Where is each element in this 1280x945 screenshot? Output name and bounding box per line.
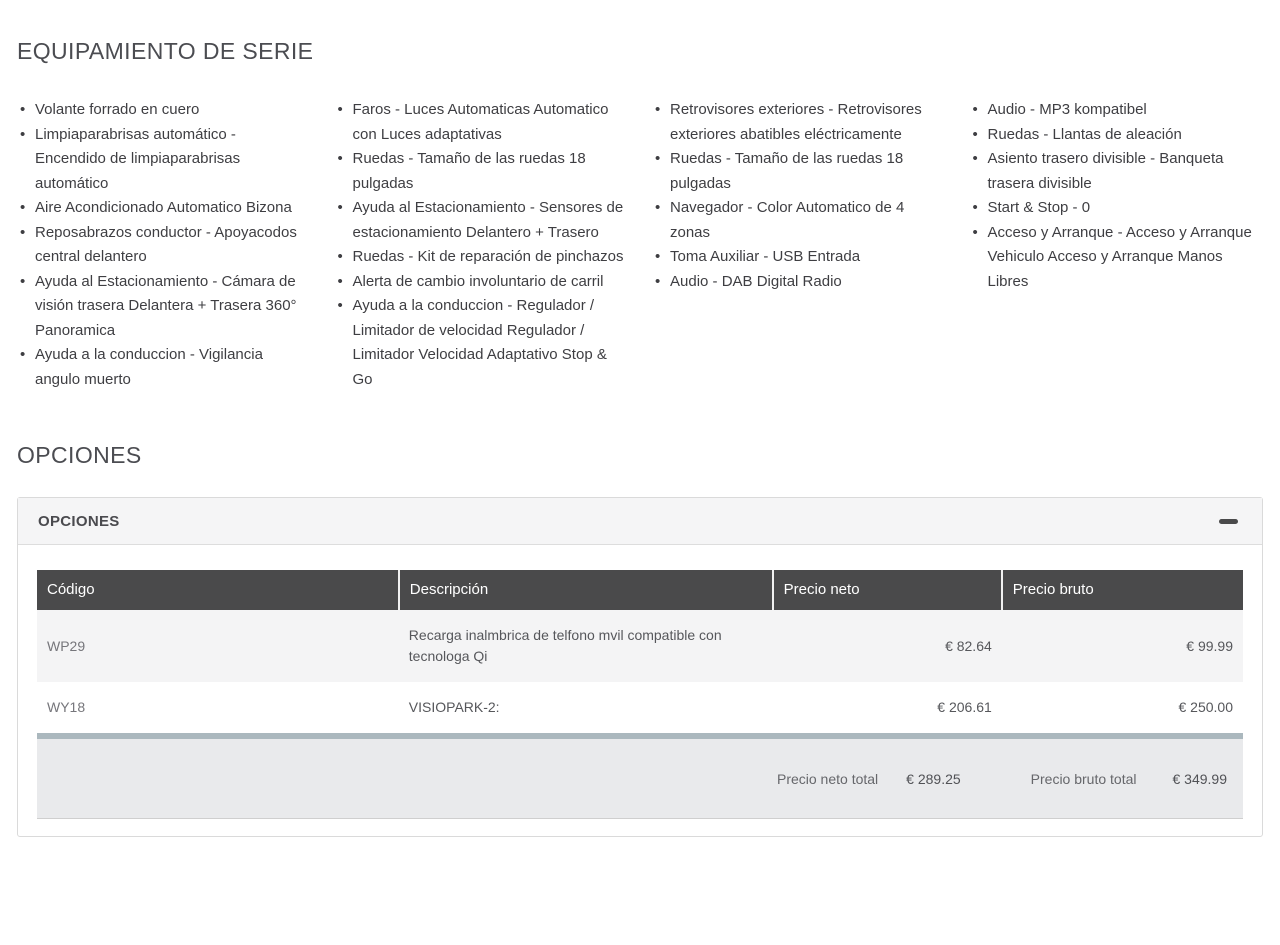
equipment-item: Retrovisores exteriores - Retrovisores e… bbox=[652, 98, 945, 147]
equipment-list: Retrovisores exteriores - Retrovisores e… bbox=[652, 98, 946, 294]
option-gross-price: € 250.00 bbox=[1002, 682, 1243, 733]
equipment-item: Ruedas - Tamaño de las ruedas 18 pulgada… bbox=[335, 147, 628, 196]
option-gross-price: € 99.99 bbox=[1002, 610, 1243, 682]
equipment-item: Volante forrado en cuero bbox=[17, 98, 310, 123]
equipment-item: Reposabrazos conductor - Apoyacodos cent… bbox=[17, 221, 310, 270]
equipment-list: Faros - Luces Automaticas Automatico con… bbox=[335, 98, 629, 392]
equipment-list: Audio - MP3 kompatibel Ruedas - Llantas … bbox=[970, 98, 1264, 294]
collapse-minus-icon[interactable] bbox=[1219, 519, 1238, 524]
equipment-item: Acceso y Arranque - Acceso y Arranque Ve… bbox=[970, 221, 1263, 295]
equipment-item: Toma Auxiliar - USB Entrada bbox=[652, 245, 945, 270]
equipment-item: Navegador - Color Automatico de 4 zonas bbox=[652, 196, 945, 245]
net-total-label: Precio neto total bbox=[777, 771, 878, 787]
totals-bar: Precio neto total € 289.25 Precio bruto … bbox=[37, 733, 1243, 819]
table-row: WP29 Recarga inalmbrica de telfono mvil … bbox=[37, 610, 1243, 682]
equipment-item: Alerta de cambio involuntario de carril bbox=[335, 270, 628, 295]
equipment-item: Limpiaparabrisas automático - Encendido … bbox=[17, 123, 310, 197]
equipment-item: Ayuda al Estacionamiento - Sensores de e… bbox=[335, 196, 628, 245]
equipment-column-3: Retrovisores exteriores - Retrovisores e… bbox=[652, 98, 946, 392]
gross-total-value: € 349.99 bbox=[1173, 771, 1228, 787]
options-panel-title: OPCIONES bbox=[38, 513, 120, 530]
table-row: WY18 VISIOPARK-2: € 206.61 € 250.00 bbox=[37, 682, 1243, 733]
options-section-title: OPCIONES bbox=[17, 442, 1263, 469]
equipment-item: Faros - Luces Automaticas Automatico con… bbox=[335, 98, 628, 147]
page-container: EQUIPAMIENTO DE SERIE Volante forrado en… bbox=[0, 0, 1280, 837]
options-panel: OPCIONES Código Descripción Precio neto … bbox=[17, 497, 1263, 837]
equipment-item: Ayuda a la conduccion - Vigilancia angul… bbox=[17, 343, 310, 392]
equipment-item: Audio - DAB Digital Radio bbox=[652, 270, 945, 295]
options-table: Código Descripción Precio neto Precio br… bbox=[37, 570, 1243, 733]
option-description: Recarga inalmbrica de telfono mvil compa… bbox=[399, 610, 773, 682]
gross-total-label: Precio bruto total bbox=[1031, 771, 1137, 787]
option-description: VISIOPARK-2: bbox=[399, 682, 773, 733]
equipment-column-4: Audio - MP3 kompatibel Ruedas - Llantas … bbox=[970, 98, 1264, 392]
equipment-item: Ruedas - Llantas de aleación bbox=[970, 123, 1263, 148]
equipment-list: Volante forrado en cuero Limpiaparabrisa… bbox=[17, 98, 311, 392]
options-panel-header[interactable]: OPCIONES bbox=[18, 498, 1262, 545]
equipment-column-2: Faros - Luces Automaticas Automatico con… bbox=[335, 98, 629, 392]
option-net-price: € 82.64 bbox=[773, 610, 1002, 682]
equipment-columns: Volante forrado en cuero Limpiaparabrisa… bbox=[17, 98, 1263, 392]
column-header-descripcion: Descripción bbox=[399, 570, 773, 610]
option-code: WY18 bbox=[37, 682, 399, 733]
equipment-item: Ayuda a la conduccion - Regulador / Limi… bbox=[335, 294, 628, 392]
equipment-column-1: Volante forrado en cuero Limpiaparabrisa… bbox=[17, 98, 311, 392]
equipment-item: Audio - MP3 kompatibel bbox=[970, 98, 1263, 123]
equipment-item: Start & Stop - 0 bbox=[970, 196, 1263, 221]
column-header-codigo: Código bbox=[37, 570, 399, 610]
equipment-section-title: EQUIPAMIENTO DE SERIE bbox=[17, 38, 1263, 65]
column-header-precio-neto: Precio neto bbox=[773, 570, 1002, 610]
options-panel-body: Código Descripción Precio neto Precio br… bbox=[18, 545, 1262, 836]
column-header-precio-bruto: Precio bruto bbox=[1002, 570, 1243, 610]
options-table-header-row: Código Descripción Precio neto Precio br… bbox=[37, 570, 1243, 610]
equipment-item: Ayuda al Estacionamiento - Cámara de vis… bbox=[17, 270, 310, 344]
net-total-value: € 289.25 bbox=[906, 771, 961, 787]
option-code: WP29 bbox=[37, 610, 399, 682]
equipment-item: Asiento trasero divisible - Banqueta tra… bbox=[970, 147, 1263, 196]
option-net-price: € 206.61 bbox=[773, 682, 1002, 733]
equipment-item: Ruedas - Kit de reparación de pinchazos bbox=[335, 245, 628, 270]
equipment-item: Ruedas - Tamaño de las ruedas 18 pulgada… bbox=[652, 147, 945, 196]
equipment-item: Aire Acondicionado Automatico Bizona bbox=[17, 196, 310, 221]
